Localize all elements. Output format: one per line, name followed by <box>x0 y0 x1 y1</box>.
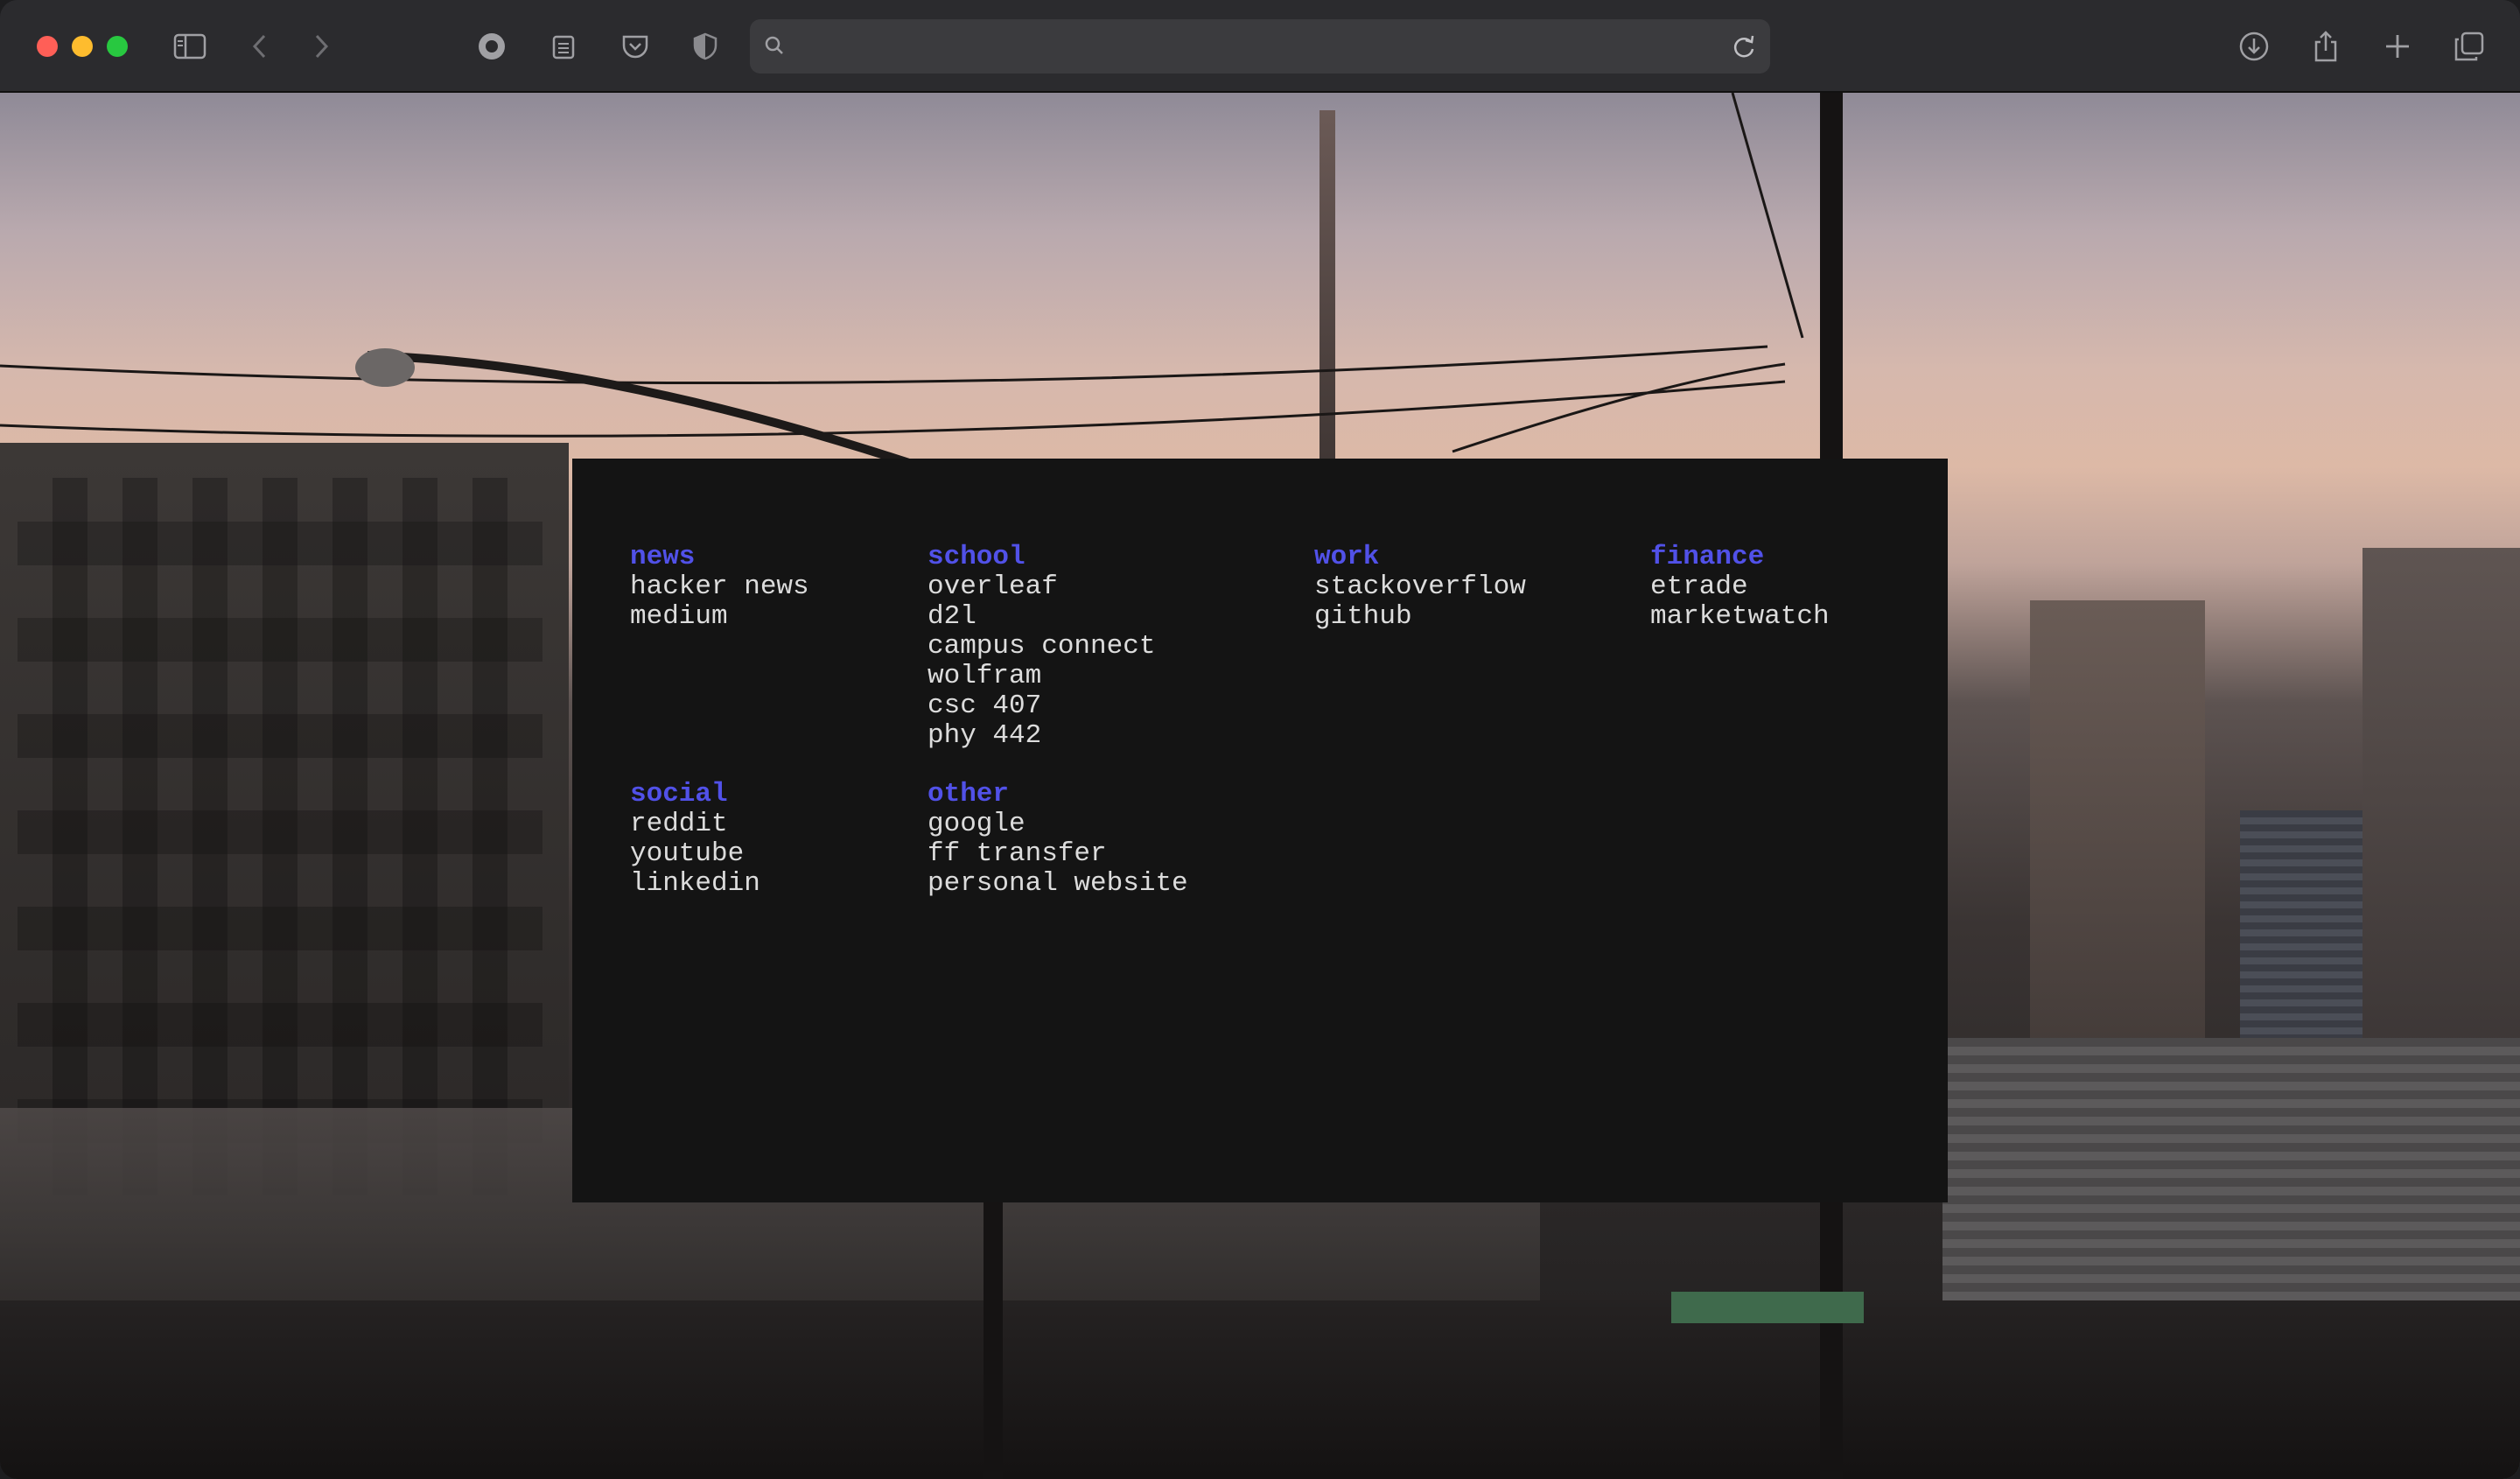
privacy-extension-icon[interactable] <box>474 29 509 64</box>
group-work: work stackoverflow github <box>1314 543 1526 632</box>
zoom-window-button[interactable] <box>107 36 128 57</box>
chevron-right-icon[interactable] <box>304 29 339 64</box>
group-heading: other <box>928 779 1010 810</box>
address-input[interactable] <box>799 28 1712 67</box>
pocket-icon[interactable] <box>618 29 653 64</box>
sidebar-icon[interactable] <box>172 29 207 64</box>
startpage-panel: news hacker news medium school overleaf … <box>572 459 1948 1202</box>
tab-overview-icon[interactable] <box>2452 29 2487 64</box>
link-d2l[interactable]: d2l <box>928 602 1155 632</box>
link-campus-connect[interactable]: campus connect <box>928 632 1155 662</box>
shield-icon[interactable] <box>688 29 723 64</box>
link-stackoverflow[interactable]: stackoverflow <box>1314 572 1526 602</box>
link-phy-442[interactable]: phy 442 <box>928 721 1155 751</box>
group-social: social reddit youtube linkedin <box>630 780 760 899</box>
close-window-button[interactable] <box>37 36 58 57</box>
link-hacker-news[interactable]: hacker news <box>630 572 809 602</box>
background-ground <box>0 1300 2520 1479</box>
group-heading: news <box>630 542 696 572</box>
plus-icon[interactable] <box>2380 29 2415 64</box>
browser-toolbar <box>0 0 2520 93</box>
link-linkedin[interactable]: linkedin <box>630 869 760 899</box>
page-viewport: news hacker news medium school overleaf … <box>0 93 2520 1479</box>
group-other: other google ff transfer personal websit… <box>928 780 1188 899</box>
group-heading: work <box>1314 542 1380 572</box>
link-youtube[interactable]: youtube <box>630 839 760 869</box>
group-heading: school <box>928 542 1026 572</box>
chevron-left-icon[interactable] <box>242 29 277 64</box>
download-icon[interactable] <box>2236 29 2272 64</box>
link-google[interactable]: google <box>928 810 1188 839</box>
group-heading: finance <box>1650 542 1765 572</box>
reload-icon[interactable] <box>1730 32 1758 66</box>
link-etrade[interactable]: etrade <box>1650 572 1830 602</box>
link-reddit[interactable]: reddit <box>630 810 760 839</box>
link-medium[interactable]: medium <box>630 602 809 632</box>
link-personal-website[interactable]: personal website <box>928 869 1188 899</box>
minimize-window-button[interactable] <box>72 36 93 57</box>
group-news: news hacker news medium <box>630 543 809 632</box>
group-school: school overleaf d2l campus connect wolfr… <box>928 543 1155 751</box>
group-finance: finance etrade marketwatch <box>1650 543 1830 632</box>
search-icon <box>762 33 788 64</box>
link-ff-transfer[interactable]: ff transfer <box>928 839 1188 869</box>
address-bar[interactable] <box>750 19 1770 74</box>
browser-window: news hacker news medium school overleaf … <box>0 0 2520 1479</box>
share-icon[interactable] <box>2308 29 2343 64</box>
link-wolfram[interactable]: wolfram <box>928 662 1155 691</box>
background-street-sign <box>1671 1292 1864 1323</box>
link-github[interactable]: github <box>1314 602 1526 632</box>
link-csc-407[interactable]: csc 407 <box>928 691 1155 721</box>
link-overleaf[interactable]: overleaf <box>928 572 1155 602</box>
clipboard-extension-icon[interactable] <box>546 29 581 64</box>
group-heading: social <box>630 779 728 810</box>
link-marketwatch[interactable]: marketwatch <box>1650 602 1830 632</box>
